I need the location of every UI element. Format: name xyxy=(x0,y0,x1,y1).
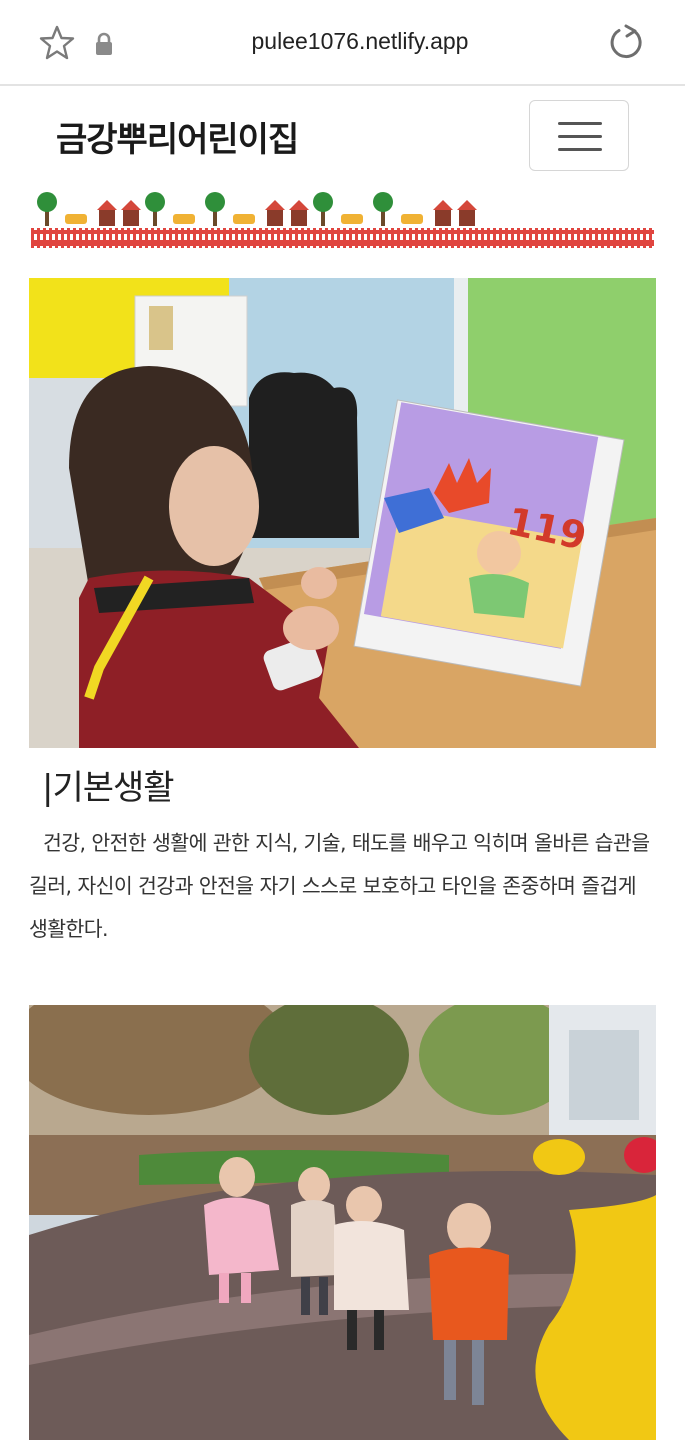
child-reading-photo: 119 xyxy=(29,278,656,748)
playground-photo xyxy=(29,1005,656,1440)
village-fence-banner xyxy=(31,192,654,248)
hamburger-icon xyxy=(558,122,602,125)
reload-icon[interactable] xyxy=(606,22,648,64)
section-body-text: 건강, 안전한 생활에 관한 지식, 기술, 태도를 배우고 익히며 올바른 습… xyxy=(29,831,650,941)
site-header: 금강뿌리어린이집 xyxy=(0,88,685,188)
browser-address-bar: pulee1076.netlify.app xyxy=(0,0,685,86)
section-heading: |기본생활 xyxy=(42,768,175,808)
url-field[interactable]: pulee1076.netlify.app xyxy=(170,28,550,55)
menu-toggle-button[interactable] xyxy=(529,100,629,171)
site-title[interactable]: 금강뿌리어린이집 xyxy=(56,112,299,161)
bookmark-star-icon[interactable] xyxy=(38,24,76,62)
lock-icon[interactable] xyxy=(94,32,114,56)
